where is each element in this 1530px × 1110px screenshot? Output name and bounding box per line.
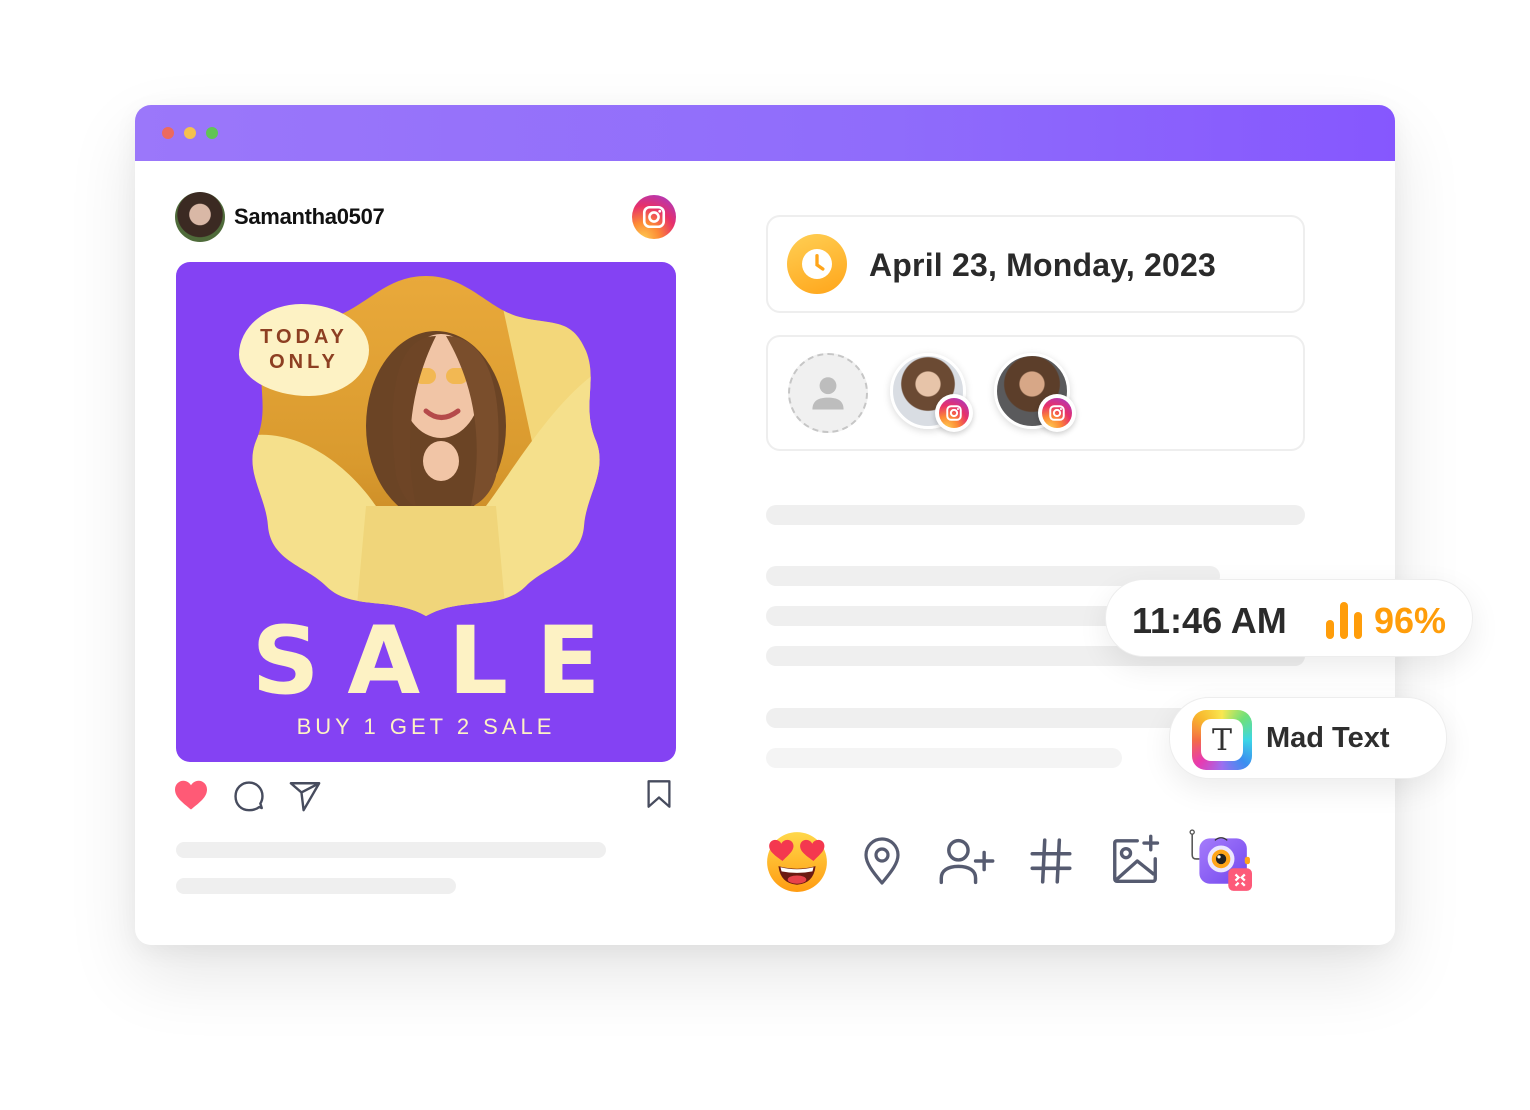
post-header: Samantha0507 <box>175 191 676 243</box>
instagram-icon <box>946 405 962 421</box>
instagram-icon <box>632 195 676 239</box>
send-icon <box>289 782 321 812</box>
instagram-badge <box>1038 394 1076 432</box>
badge-line-1: TODAY <box>260 326 348 348</box>
percentage-text: 96% <box>1374 600 1447 641</box>
add-user-icon <box>939 838 995 885</box>
comment-button[interactable] <box>232 779 266 813</box>
comment-icon <box>234 781 264 812</box>
user-avatar[interactable] <box>175 192 225 242</box>
app-icon-letter: T <box>1201 719 1243 761</box>
text-placeholder-line <box>766 505 1305 525</box>
status-pill: 11:46 AM 96% <box>1105 579 1473 657</box>
bookmark-icon <box>647 780 671 808</box>
caption-placeholder-line <box>176 878 456 894</box>
schedule-date-card[interactable]: April 23, Monday, 2023 <box>766 215 1305 313</box>
instagram-badge <box>935 394 973 432</box>
accounts-card <box>766 335 1305 451</box>
user-icon <box>812 377 844 410</box>
maximize-window-button[interactable] <box>206 127 218 139</box>
heart-eyes-emoji-icon <box>767 832 827 892</box>
hashtag-icon <box>1030 838 1072 884</box>
scheduled-date: April 23, Monday, 2023 <box>869 247 1217 283</box>
camera-app-button[interactable] <box>1185 827 1253 895</box>
sale-subheadline: BUY 1 GET 2 SALE <box>296 714 556 739</box>
time-text: 11:46 AM <box>1132 600 1287 641</box>
text-placeholder-line <box>766 748 1122 768</box>
heart-icon <box>175 780 207 810</box>
today-only-badge: TODAY ONLY <box>239 304 369 396</box>
share-button[interactable] <box>287 779 323 813</box>
close-window-button[interactable] <box>162 127 174 139</box>
add-image-button[interactable] <box>1101 827 1169 895</box>
username[interactable]: Samantha0507 <box>234 204 385 230</box>
hashtag-button[interactable] <box>1017 827 1085 895</box>
tag-user-button[interactable] <box>933 827 1001 895</box>
app-window: Samantha0507 TODAY ONLY SALE BUY 1 GET 2… <box>135 105 1395 945</box>
mad-text-app-icon: T <box>1192 710 1252 770</box>
sale-headline: SALE <box>251 607 629 716</box>
add-image-icon <box>1113 834 1160 883</box>
save-button[interactable] <box>643 777 675 811</box>
badge-line-2: ONLY <box>269 351 339 373</box>
camera-app-icon <box>1189 829 1252 891</box>
location-pin-icon <box>864 837 900 885</box>
caption-placeholder-line <box>176 842 606 858</box>
mad-text-app-pill[interactable]: T Mad Text <box>1169 697 1447 779</box>
emoji-button[interactable] <box>763 827 831 895</box>
title-bar <box>135 105 1395 161</box>
app-name: Mad Text <box>1266 722 1390 754</box>
minimize-window-button[interactable] <box>184 127 196 139</box>
signal-bars-icon <box>1326 602 1362 639</box>
location-button[interactable] <box>848 827 916 895</box>
clock-icon <box>787 234 847 294</box>
instagram-icon <box>1049 405 1065 421</box>
post-image[interactable]: TODAY ONLY SALE BUY 1 GET 2 SALE <box>176 262 676 762</box>
add-account-placeholder[interactable] <box>788 353 868 433</box>
like-button[interactable] <box>173 777 209 813</box>
